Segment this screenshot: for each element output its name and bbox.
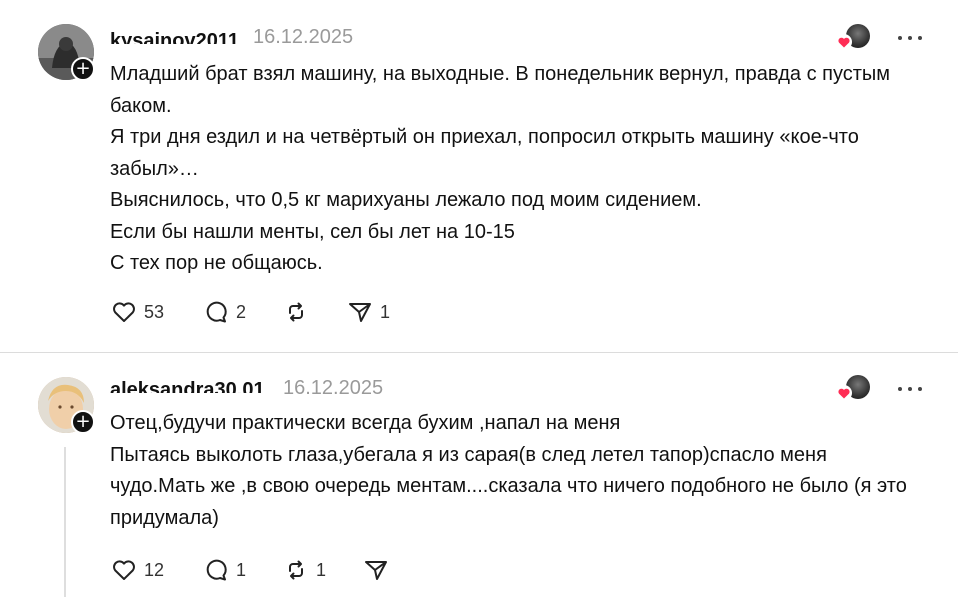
like-button[interactable]: 12	[110, 555, 164, 585]
repost-arrows-icon	[289, 302, 303, 322]
username[interactable]: aleksandra30.01	[110, 379, 265, 393]
heart-outline-icon	[113, 560, 135, 580]
like-count: 53	[144, 301, 165, 322]
share-count: 1	[380, 301, 391, 322]
share-button[interactable]	[362, 555, 396, 585]
author-liked-indicator	[836, 375, 870, 401]
ellipsis-icon	[898, 387, 902, 391]
heart-outline-icon	[113, 302, 135, 322]
reply-count: 1	[236, 559, 247, 580]
comment-line: Если бы нашли менты, сел бы лет на 10-15	[110, 220, 515, 243]
repost-arrows-icon	[289, 560, 303, 580]
reply-button[interactable]: 2	[202, 297, 246, 327]
like-count: 12	[144, 559, 165, 580]
repost-button[interactable]: 1	[282, 555, 326, 585]
repost-count: 1	[316, 559, 327, 580]
username[interactable]: kysainov2011	[110, 30, 239, 44]
follow-plus-icon[interactable]: +	[71, 410, 95, 434]
thread-line	[64, 447, 66, 597]
post-date: 16.12.2025	[253, 26, 354, 48]
more-options-button[interactable]	[896, 379, 924, 399]
comment-line: Я три дня ездил и на четвёртый он приеха…	[110, 126, 859, 180]
follow-plus-icon[interactable]: +	[71, 57, 95, 81]
share-button[interactable]: 1	[346, 297, 390, 327]
speech-bubble-icon	[206, 301, 227, 323]
comment-text: Отец,будучи практически всегда бухим ,на…	[110, 408, 910, 534]
author-liked-indicator	[836, 24, 870, 50]
red-heart-icon	[836, 34, 852, 50]
comment-line: Младший брат взял машину, на выходные. В…	[110, 63, 891, 117]
comment-line: Пытаясь выколоть глаза,убегала я из сара…	[110, 443, 907, 529]
ellipsis-icon	[898, 36, 902, 40]
like-button[interactable]: 53	[110, 297, 164, 327]
comment-line: С тех пор не общаюсь.	[110, 252, 323, 274]
speech-bubble-icon	[206, 559, 227, 581]
reply-button[interactable]: 1	[202, 555, 246, 585]
comment-post: + kysainov2011 16.12.2025 Младший брат в…	[0, 0, 958, 352]
paper-plane-icon	[365, 561, 387, 580]
comment-line: Отец,будучи практически всегда бухим ,на…	[110, 412, 621, 434]
reply-count: 2	[236, 301, 247, 322]
red-heart-icon	[836, 385, 852, 401]
paper-plane-icon	[349, 303, 371, 322]
comment-line: Выяснилось, что 0,5 кг марихуаны лежало …	[110, 189, 702, 211]
post-date: 16.12.2025	[283, 377, 384, 399]
more-options-button[interactable]	[896, 28, 924, 48]
comment-text: Младший брат взял машину, на выходные. В…	[110, 59, 910, 280]
repost-button[interactable]	[282, 297, 316, 327]
comment-post: + aleksandra30.01 16.12.2025 Отец,будучи…	[0, 352, 958, 603]
